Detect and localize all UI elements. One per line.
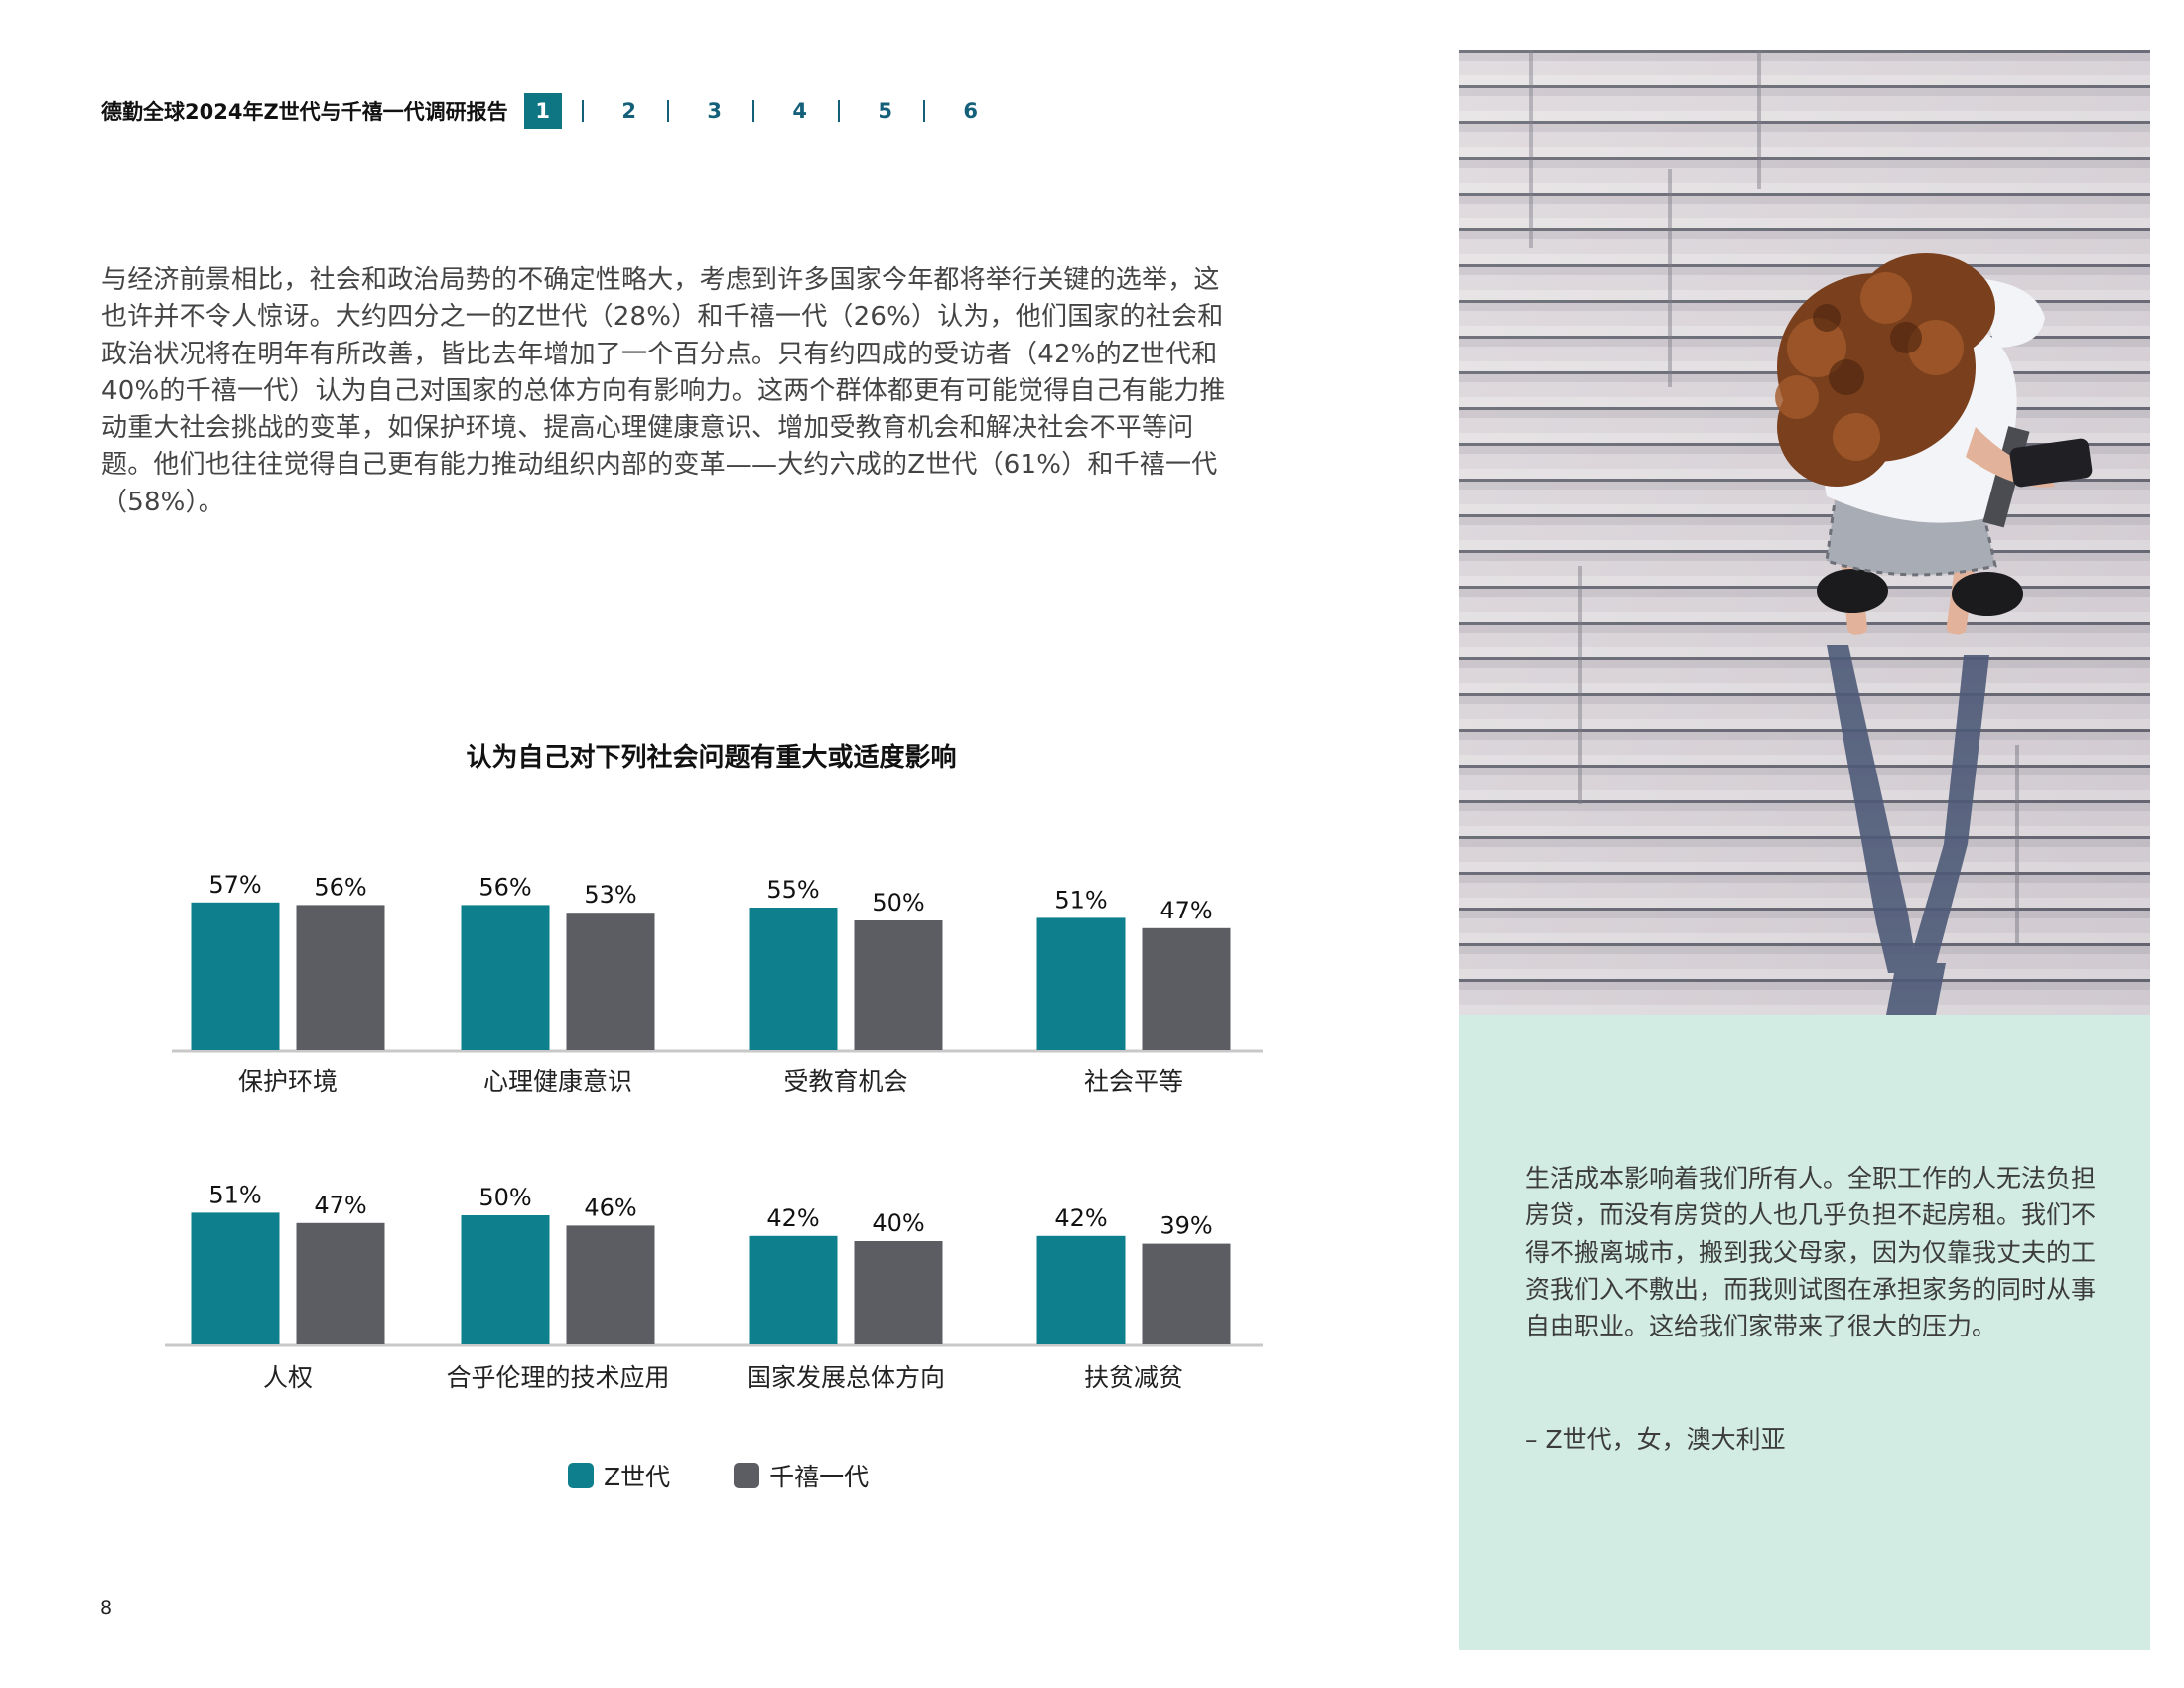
bar-millennial bbox=[566, 1225, 655, 1344]
data-label: 56% bbox=[478, 873, 531, 901]
data-label: 56% bbox=[314, 873, 366, 901]
data-label: 46% bbox=[584, 1194, 636, 1221]
bar-gen-z bbox=[461, 1215, 550, 1344]
data-label: 57% bbox=[208, 871, 261, 899]
bar-millennial bbox=[854, 1241, 943, 1344]
bar-gen-z bbox=[191, 1212, 280, 1344]
data-label: 50% bbox=[872, 889, 924, 916]
data-label: 51% bbox=[208, 1181, 261, 1208]
bar-gen-z bbox=[749, 1235, 838, 1344]
bar-gen-z bbox=[749, 908, 838, 1050]
quote-panel: 生活成本影响着我们所有人。全职工作的人无法负担房贷，而没有房贷的人也几乎负担不起… bbox=[1459, 1015, 2150, 1650]
data-label: 47% bbox=[1160, 897, 1212, 924]
category-label: 社会平等 bbox=[1084, 1067, 1183, 1096]
bar-millennial bbox=[296, 1222, 385, 1344]
bar-millennial bbox=[1142, 927, 1231, 1050]
category-label: 受教育机会 bbox=[783, 1067, 907, 1096]
bar-millennial bbox=[854, 920, 943, 1050]
legend-swatch-gen-z bbox=[568, 1463, 594, 1488]
legend-label-millennial: 千禧一代 bbox=[769, 1463, 870, 1491]
bar-gen-z bbox=[461, 905, 550, 1050]
photo-illustration bbox=[1459, 50, 2150, 1015]
data-label: 42% bbox=[1054, 1204, 1107, 1232]
data-label: 51% bbox=[1054, 886, 1107, 914]
bar-millennial bbox=[296, 905, 385, 1050]
legend-label-gen-z: Z世代 bbox=[604, 1463, 671, 1491]
bar-gen-z bbox=[1036, 1235, 1126, 1344]
data-label: 50% bbox=[478, 1184, 531, 1211]
category-label: 合乎伦理的技术应用 bbox=[446, 1363, 669, 1392]
chart-legend: Z世代 千禧一代 bbox=[568, 1458, 932, 1493]
category-label: 心理健康意识 bbox=[483, 1067, 632, 1096]
bar-gen-z bbox=[1036, 917, 1126, 1050]
bar-millennial bbox=[1142, 1243, 1231, 1344]
bar-chart: 57% 56% 保护环境 56% 53% 心理健康意识 55% 50% 受教育机会 51% 47% 社… bbox=[165, 871, 1263, 1392]
data-label: 53% bbox=[584, 881, 636, 909]
bar-millennial bbox=[566, 913, 655, 1050]
page-number: 8 bbox=[100, 1597, 113, 1618]
legend-item-millennial: 千禧一代 bbox=[734, 1458, 869, 1493]
category-label: 国家发展总体方向 bbox=[747, 1363, 945, 1392]
category-label: 保护环境 bbox=[238, 1067, 338, 1096]
legend-item-gen-z: Z世代 bbox=[568, 1458, 670, 1493]
data-label: 39% bbox=[1160, 1212, 1212, 1240]
bar-gen-z bbox=[191, 902, 280, 1050]
category-label: 人权 bbox=[263, 1363, 313, 1392]
data-label: 40% bbox=[872, 1209, 924, 1237]
category-label: 扶贫减贫 bbox=[1084, 1363, 1183, 1392]
data-label: 47% bbox=[314, 1192, 366, 1219]
woman-walking-photo bbox=[1459, 50, 2150, 1015]
data-label: 55% bbox=[766, 876, 819, 904]
legend-swatch-millennial bbox=[734, 1463, 760, 1488]
quote-text: 生活成本影响着我们所有人。全职工作的人无法负担房贷，而没有房贷的人也几乎负担不起… bbox=[1525, 1164, 2097, 1341]
quote-attribution: – Z世代，女，澳大利亚 bbox=[1525, 1425, 1786, 1454]
data-label: 42% bbox=[766, 1204, 819, 1232]
